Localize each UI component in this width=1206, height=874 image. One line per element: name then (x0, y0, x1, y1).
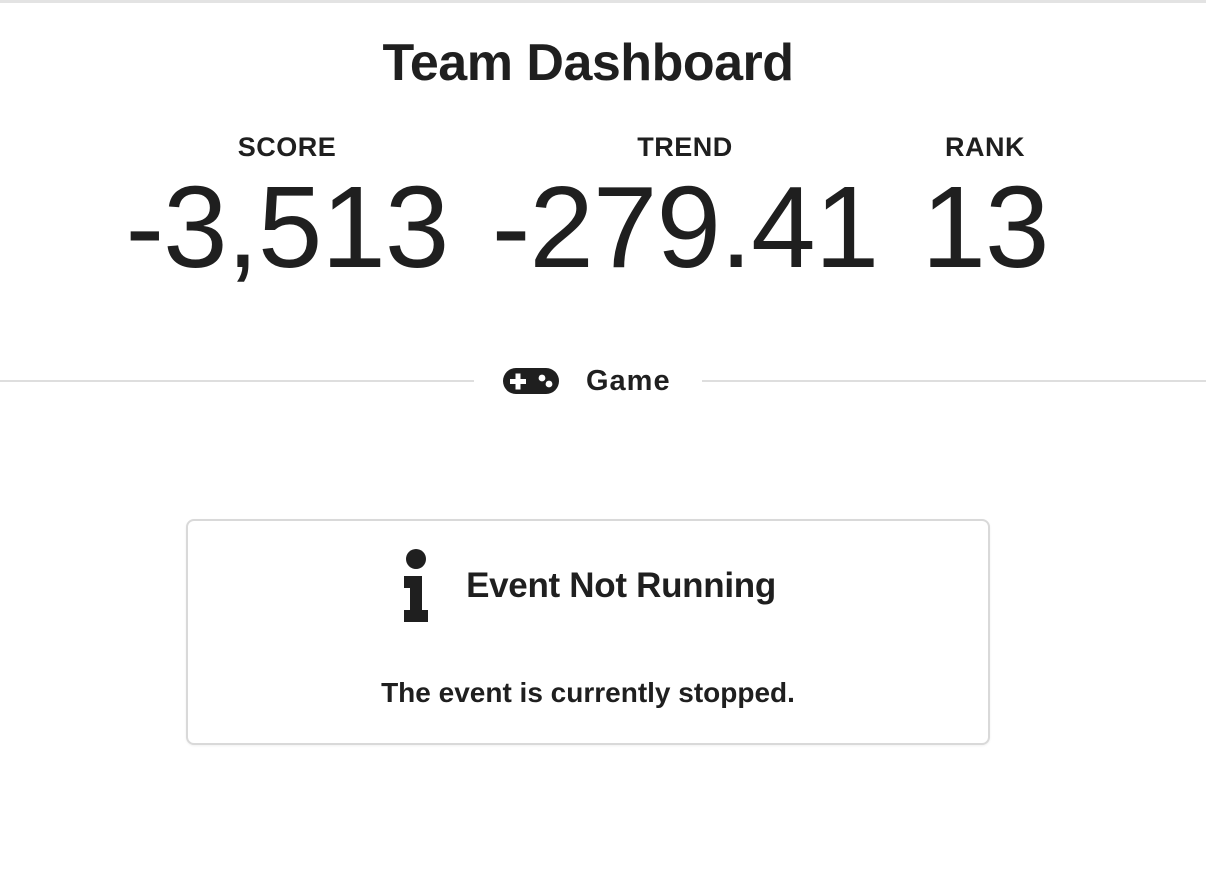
section-divider: Game (0, 359, 1206, 403)
gamepad-icon (502, 365, 560, 397)
score-label: SCORE (237, 132, 337, 162)
trend-stat: TREND -279.41 (490, 131, 880, 291)
info-icon (400, 548, 432, 624)
message-header: Event Not Running (188, 547, 988, 625)
page-title: Team Dashboard (382, 34, 794, 92)
message-body: The event is currently stopped. (381, 677, 795, 708)
section-header: Game (502, 359, 671, 403)
divider-line-right (702, 380, 1206, 382)
message-title: Event Not Running (466, 566, 776, 605)
score-value: -3,513 (125, 162, 450, 292)
rank-label: RANK (945, 132, 1025, 162)
section-label: Game (586, 364, 671, 397)
rank-value: 13 (921, 162, 1049, 292)
score-stat: SCORE -3,513 (122, 131, 452, 291)
trend-value: -279.41 (491, 162, 879, 292)
rank-stat: RANK 13 (915, 131, 1055, 291)
trend-label: TREND (637, 132, 733, 162)
event-status-message: Event Not Running The event is currently… (186, 519, 990, 745)
team-dashboard-page: Team Dashboard SCORE -3,513 TREND -279.4… (0, 0, 1206, 874)
divider-line-left (0, 380, 474, 382)
